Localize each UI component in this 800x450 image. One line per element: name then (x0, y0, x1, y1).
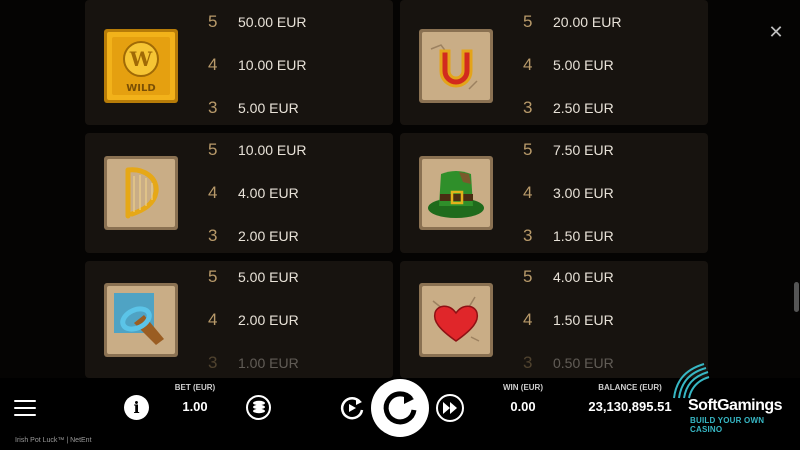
pay-row: 5 20.00 EUR (523, 12, 621, 32)
bet-value: 1.00 (182, 399, 208, 414)
symbol-count: 5 (208, 267, 218, 286)
paytable-card-harp: 5 10.00 EUR 4 4.00 EUR 3 2.00 EUR (85, 133, 393, 253)
pay-row: 5 10.00 EUR (208, 140, 306, 160)
symbol-count: 5 (208, 12, 218, 31)
balance-value: 23,130,895.51 (588, 399, 672, 414)
pay-row: 3 2.00 EUR (208, 226, 299, 246)
svg-text:WILD: WILD (126, 83, 155, 94)
softgamings-logo-icon (673, 363, 710, 399)
menu-icon[interactable] (14, 400, 36, 416)
pay-row: 3 0.50 EUR (523, 353, 614, 373)
softgamings-watermark: SoftGamings BUILD YOUR OWN CASINO (670, 360, 796, 434)
payout-amount: 1.50 EUR (553, 228, 614, 244)
payout-amount: 0.50 EUR (553, 355, 614, 371)
game-credits: Irish Pot Luck™ | NetEnt (15, 437, 92, 444)
watermark-tagline: BUILD YOUR OWN CASINO (690, 416, 765, 434)
payout-amount: 2.00 EUR (238, 228, 299, 244)
pay-row: 3 1.00 EUR (208, 353, 299, 373)
balance-label: BALANCE (EUR) (598, 383, 662, 392)
payout-amount: 2.00 EUR (238, 312, 299, 328)
coins-icon[interactable] (246, 395, 271, 420)
symbol-count: 4 (208, 55, 218, 74)
bet-label: BET (EUR) (174, 383, 216, 392)
symbol-count: 5 (523, 12, 533, 31)
pipe-icon (104, 283, 178, 357)
pay-row: 3 2.50 EUR (523, 98, 614, 118)
win-value: 0.00 (510, 399, 536, 414)
symbol-count: 4 (523, 310, 533, 329)
payout-amount: 5.00 EUR (238, 269, 299, 285)
payout-amount: 20.00 EUR (553, 14, 622, 30)
paytable-card-wild: W WILD 5 50.00 EUR 4 10.00 EUR 3 5.00 EUR (85, 0, 393, 125)
symbol-count: 3 (208, 98, 218, 117)
paytable-card-pipe: 5 5.00 EUR 4 2.00 EUR 3 1.00 EUR (85, 261, 393, 378)
payout-amount: 4.00 EUR (553, 269, 614, 285)
pay-row: 4 3.00 EUR (523, 183, 614, 203)
payout-amount: 5.00 EUR (553, 57, 614, 73)
leprechaun-hat-icon (419, 156, 493, 230)
symbol-count: 3 (523, 226, 533, 245)
spin-button[interactable] (371, 379, 429, 437)
win-label: WIN (EUR) (503, 383, 543, 392)
payout-amount: 3.00 EUR (553, 185, 614, 201)
pay-row: 4 5.00 EUR (523, 55, 614, 75)
spin-icon (383, 391, 417, 425)
pay-row: 3 5.00 EUR (208, 98, 299, 118)
symbol-count: 4 (208, 310, 218, 329)
symbol-count: 3 (208, 353, 218, 372)
symbol-count: 4 (208, 183, 218, 202)
payout-amount: 10.00 EUR (238, 57, 307, 73)
pay-row: 5 50.00 EUR (208, 12, 306, 32)
close-icon[interactable]: ✕ (767, 23, 785, 41)
pay-row: 3 1.50 EUR (523, 226, 614, 246)
symbol-count: 5 (523, 267, 533, 286)
payout-amount: 5.00 EUR (238, 100, 299, 116)
pay-row: 5 5.00 EUR (208, 267, 299, 287)
paytable-card-hat: 5 7.50 EUR 4 3.00 EUR 3 1.50 EUR (400, 133, 708, 253)
payout-amount: 50.00 EUR (238, 14, 307, 30)
scrollbar[interactable] (794, 282, 799, 312)
symbol-count: 3 (208, 226, 218, 245)
pay-row: 4 2.00 EUR (208, 310, 299, 330)
wild-icon: W WILD (104, 29, 178, 103)
payout-amount: 2.50 EUR (553, 100, 614, 116)
horseshoe-icon (419, 29, 493, 103)
payout-amount: 1.00 EUR (238, 355, 299, 371)
svg-text:W: W (129, 47, 153, 71)
pay-row: 4 4.00 EUR (208, 183, 299, 203)
pay-row: 4 10.00 EUR (208, 55, 306, 75)
pay-row: 5 7.50 EUR (523, 140, 614, 160)
watermark-name: SoftGamings (688, 397, 783, 414)
payout-amount: 1.50 EUR (553, 312, 614, 328)
payout-amount: 4.00 EUR (238, 185, 299, 201)
symbol-count: 3 (523, 353, 533, 372)
info-icon[interactable]: i (124, 395, 149, 420)
symbol-count: 5 (523, 140, 533, 159)
paytable-card-heart: 5 4.00 EUR 4 1.50 EUR 3 0.50 EUR (400, 261, 708, 378)
symbol-count: 5 (208, 140, 218, 159)
autoplay-icon[interactable] (338, 394, 366, 422)
paytable[interactable]: W WILD 5 50.00 EUR 4 10.00 EUR 3 5.00 EUR 5… (0, 0, 800, 378)
harp-icon (104, 156, 178, 230)
paytable-card-horseshoe: 5 20.00 EUR 4 5.00 EUR 3 2.50 EUR (400, 0, 708, 125)
symbol-count: 3 (523, 98, 533, 117)
payout-amount: 10.00 EUR (238, 142, 307, 158)
symbol-count: 4 (523, 55, 533, 74)
heart-icon (419, 283, 493, 357)
symbol-count: 4 (523, 183, 533, 202)
payout-amount: 7.50 EUR (553, 142, 614, 158)
pay-row: 5 4.00 EUR (523, 267, 614, 287)
pay-row: 4 1.50 EUR (523, 310, 614, 330)
turbo-icon[interactable] (436, 394, 464, 422)
